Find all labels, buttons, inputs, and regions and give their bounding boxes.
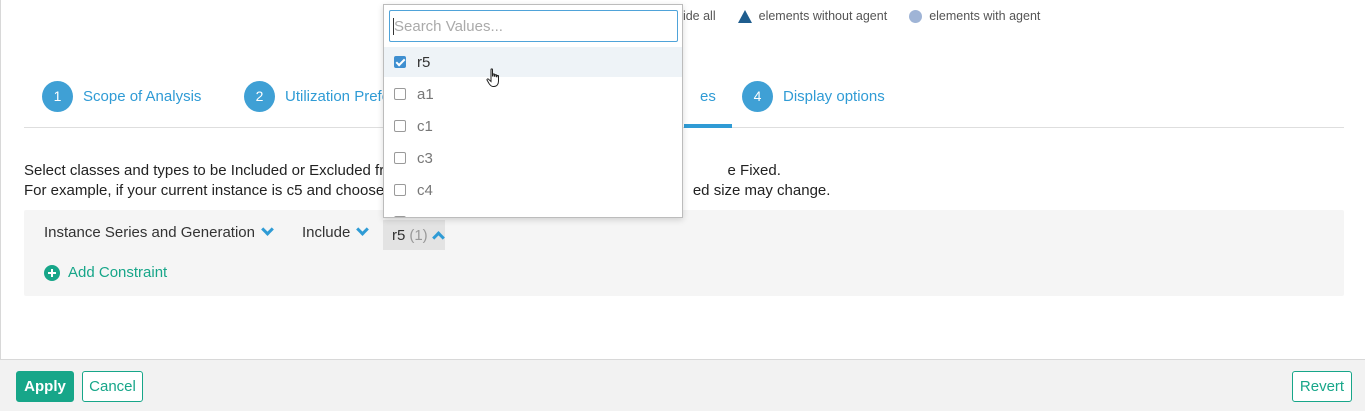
add-constraint-label: Add Constraint [68, 264, 168, 281]
search-values-input[interactable] [389, 10, 678, 42]
description-line-2-start: For example, if your current instance is… [24, 182, 396, 199]
step-number: 1 [42, 80, 73, 112]
values-select-label: r5 [392, 226, 406, 244]
step-number: 2 [244, 80, 275, 112]
values-dropdown: r5 a1 c1 c3 c4 [383, 4, 683, 218]
step-label: Utilization Prefe [285, 87, 391, 105]
option-label: r5 [417, 53, 431, 71]
option-label: c3 [417, 149, 433, 167]
checkbox[interactable] [394, 88, 406, 100]
description-line-1-end: e Fixed. [727, 162, 781, 179]
circle-icon [909, 9, 923, 23]
option-c4[interactable]: c4 [384, 175, 682, 205]
legend-without-agent-label: elements without agent [758, 9, 888, 23]
option-partial[interactable] [384, 207, 682, 217]
legend-with-agent[interactable]: elements with agent [909, 9, 1040, 23]
step-label: Display options [783, 87, 885, 105]
footer-bar: Apply Cancel Revert [0, 359, 1365, 411]
step-display-options[interactable]: 4 Display options [742, 80, 885, 112]
step-utilization-preferences[interactable]: 2 Utilization Prefe [244, 80, 390, 112]
description-line-1-start: Select classes and types to be Included … [24, 162, 398, 179]
step-scope-of-analysis[interactable]: 1 Scope of Analysis [42, 80, 201, 112]
option-label: c1 [417, 117, 433, 135]
chevron-down-icon [356, 223, 370, 236]
legend-without-agent[interactable]: elements without agent [737, 9, 888, 23]
hand-pointer-icon [486, 68, 499, 87]
series-select-label: Instance Series and Generation [44, 224, 255, 241]
step-label: Scope of Analysis [83, 87, 202, 105]
constraints-panel: Instance Series and Generation Include r… [24, 210, 1344, 296]
step-number: 4 [742, 80, 773, 112]
option-c1[interactable]: c1 [384, 111, 682, 141]
checkbox[interactable] [394, 56, 406, 68]
text-cursor [393, 18, 394, 35]
checkbox[interactable] [394, 216, 406, 217]
values-select[interactable]: r5 (1) [383, 220, 445, 250]
option-a1[interactable]: a1 [384, 79, 682, 109]
active-step-underline [684, 124, 732, 128]
apply-button[interactable]: Apply [16, 371, 74, 402]
wizard-steps: 1 Scope of Analysis 2 Utilization Prefe … [24, 78, 1344, 128]
plus-circle-icon [44, 264, 60, 281]
chevron-down-icon [261, 223, 274, 236]
add-constraint-button[interactable]: Add Constraint [44, 264, 167, 281]
constraint-row: Instance Series and Generation Include [44, 223, 370, 241]
mode-select[interactable]: Include [301, 223, 370, 241]
legend-with-agent-label: elements with agent [929, 9, 1041, 23]
mode-select-label: Include [301, 224, 351, 241]
description-line-2-end: ed size may change. [692, 182, 831, 199]
legend: hide all elements without agent elements… [676, 7, 1062, 25]
checkbox[interactable] [394, 152, 406, 164]
triangle-icon [737, 9, 752, 23]
cancel-button[interactable]: Cancel [82, 371, 143, 402]
values-count: (1) [409, 226, 428, 244]
step-3-label[interactable]: es [700, 88, 716, 105]
left-border [0, 0, 1, 360]
revert-button[interactable]: Revert [1292, 371, 1352, 402]
option-c3[interactable]: c3 [384, 143, 682, 173]
checkbox[interactable] [394, 184, 406, 196]
option-label: c4 [417, 181, 433, 199]
option-label: a1 [417, 85, 434, 103]
chevron-up-icon [431, 231, 445, 244]
option-r5[interactable]: r5 [384, 47, 682, 77]
series-select[interactable]: Instance Series and Generation [44, 223, 274, 241]
checkbox[interactable] [394, 120, 406, 132]
